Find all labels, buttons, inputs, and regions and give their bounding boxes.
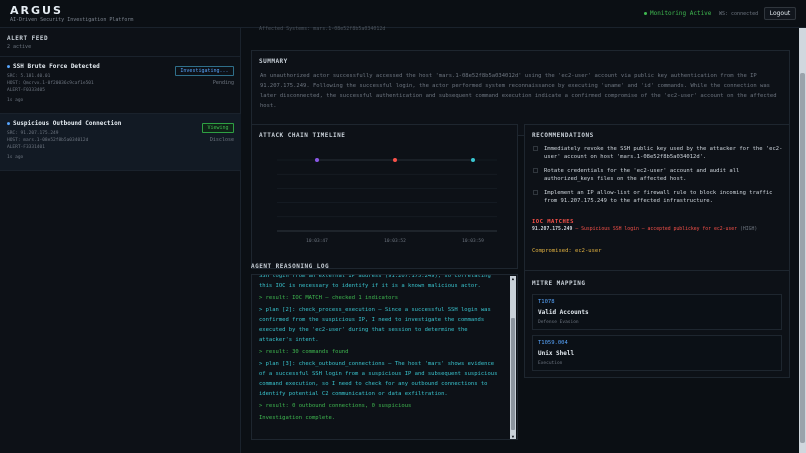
alert-age: 1s ago — [7, 155, 24, 160]
alert-bullet-icon: ● — [7, 120, 11, 127]
divider — [0, 170, 241, 171]
alert-host: HOST: mars.1-08e52f8b5a034012d — [7, 138, 89, 143]
monitoring-status: Monitoring Active — [644, 10, 711, 17]
alert-id: ALERT-F0333405 — [7, 88, 45, 93]
x-tick-label: 10:03:52 — [384, 238, 406, 244]
summary-text: An unauthorized actor successfully acces… — [260, 73, 777, 109]
log-result-line: > result: 30 commands found — [259, 349, 349, 355]
ioc-matches-title: IOC MATCHES — [532, 219, 574, 225]
alert-status: Disclose — [209, 137, 234, 143]
status-dot-icon — [644, 12, 647, 15]
x-tick-label: 10:03:59 — [462, 238, 484, 244]
scroll-up-icon[interactable]: ▲ — [511, 276, 515, 281]
alert-id: ALERT-F3331401 — [7, 145, 45, 150]
alert-bullet-icon: ● — [7, 63, 11, 70]
timeline-title: ATTACK CHAIN TIMELINE — [259, 132, 346, 139]
log-result-line: > result: IOC MATCH — checked 1 indicato… — [259, 295, 399, 301]
logout-button[interactable]: Logout — [764, 7, 796, 20]
investigation-main: Affected Systems: mars.1-08e52f8b5a03401… — [241, 26, 799, 453]
recommendations-title: RECOMMENDATIONS — [532, 132, 594, 139]
log-title: AGENT REASONING LOG — [251, 263, 330, 270]
scroll-thumb[interactable] — [511, 318, 515, 430]
technique-id[interactable]: T1059.004 — [538, 340, 568, 346]
scroll-down-icon[interactable]: ▼ — [511, 434, 515, 439]
mitre-card: T1078 Valid Accounts Defense Evasion — [532, 294, 782, 330]
alert-feed-title: ALERT FEED — [7, 35, 49, 42]
log-plan-line: > plan [2]: check_process_execution — Si… — [259, 307, 491, 343]
timeline-point[interactable] — [315, 158, 319, 162]
log-content: SSH login from an external IP address (9… — [259, 274, 504, 425]
recommendation-item: Rotate credentials for the 'ec2-user' ac… — [533, 167, 783, 183]
ioc-ip: 91.207.175.249 — [532, 227, 573, 232]
log-plan-line: SSH login from an external IP address (9… — [259, 274, 491, 289]
timeline-point[interactable] — [393, 158, 397, 162]
alert-item-suspicious-outbound[interactable]: ● Suspicious Outbound Connection SRC: 91… — [0, 114, 241, 170]
viewing-badge[interactable]: Viewing — [202, 123, 234, 133]
timeline-point[interactable] — [471, 158, 475, 162]
recommendations-panel: RECOMMENDATIONS Immediately revoke the S… — [524, 124, 790, 289]
log-result-line: Investigation complete. — [259, 415, 336, 421]
timeline-panel: ATTACK CHAIN TIMELINE 10:03:47 10:03:52 10… — [251, 124, 518, 269]
page-scroll-thumb[interactable] — [800, 73, 805, 443]
reasoning-log[interactable]: SSH login from an external IP address (9… — [251, 274, 518, 440]
technique-name: Unix Shell — [538, 350, 575, 357]
log-scrollbar[interactable]: ▲ ▼ — [510, 276, 516, 439]
app-tagline: AI-Driven Security Investigation Platfor… — [10, 17, 134, 23]
alert-src: SRC: 5.181.40.01 — [7, 74, 51, 79]
alert-feed-count: 2 active — [7, 44, 32, 50]
recommendation-item: Implement an IP allow-list or firewall r… — [533, 189, 783, 205]
page-scrollbar[interactable] — [799, 28, 806, 453]
alert-item-ssh-brute-force[interactable]: ● SSH Brute Force Detected SRC: 5.181.40… — [0, 57, 241, 113]
alert-age: 1s ago — [7, 98, 24, 103]
technique-phase: Execution — [538, 361, 563, 366]
technique-name: Valid Accounts — [538, 309, 589, 316]
attack-chain-chart: 10:03:47 10:03:52 10:03:59 — [277, 158, 497, 244]
log-result-line: > result: 0 outbound connections, 0 susp… — [259, 403, 412, 409]
recommendation-item: Immediately revoke the SSH public key us… — [533, 145, 783, 161]
alert-host: HOST: Qmcrvx.1-0f20036c9caf1e501 — [7, 81, 94, 86]
connection-status: WS: connected — [719, 11, 759, 17]
alert-name: ● Suspicious Outbound Connection — [7, 120, 122, 127]
alert-feed-sidebar: ALERT FEED 2 active ● SSH Brute Force De… — [0, 28, 241, 453]
x-tick-label: 10:03:47 — [306, 238, 328, 244]
checkbox[interactable] — [533, 190, 538, 195]
affected-systems: Affected Systems: mars.1-08e52f8b5a03401… — [259, 26, 386, 32]
alert-name: ● SSH Brute Force Detected — [7, 63, 100, 70]
checkbox[interactable] — [533, 146, 538, 151]
compromised-account: Compromised: ec2-user — [532, 248, 602, 254]
ioc-match-row: 91.207.175.249 — Suspicious SSH login — … — [532, 227, 757, 232]
mitre-panel: MITRE MAPPING T1078 Valid Accounts Defen… — [524, 270, 790, 378]
ioc-description: — Suspicious SSH login — accepted public… — [575, 227, 738, 232]
mitre-title: MITRE MAPPING — [532, 280, 586, 287]
technique-phase: Defense Evasion — [538, 320, 579, 325]
alert-src: SRC: 91.207.175.249 — [7, 131, 59, 136]
app-brand: ARGUS — [10, 4, 63, 17]
technique-id[interactable]: T1078 — [538, 299, 555, 305]
log-plan-line: > plan [3]: check_outbound_connections —… — [259, 361, 498, 397]
top-header: ARGUS AI-Driven Security Investigation P… — [0, 0, 806, 28]
checkbox[interactable] — [533, 168, 538, 173]
mitre-card: T1059.004 Unix Shell Execution — [532, 335, 782, 371]
investigating-badge[interactable]: Investigating... — [175, 66, 234, 76]
monitoring-label: Monitoring Active — [650, 10, 712, 17]
ioc-severity: (HIGH) — [739, 227, 758, 232]
summary-title: SUMMARY — [259, 58, 288, 65]
alert-status: Pending — [212, 80, 234, 86]
